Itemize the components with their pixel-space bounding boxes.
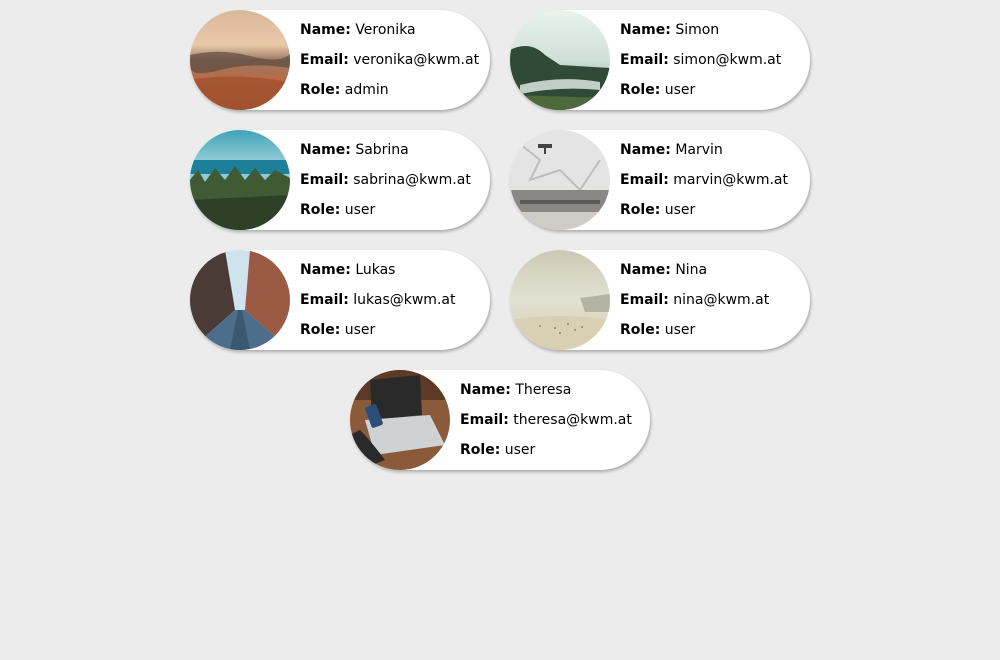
name-label: Name: xyxy=(620,22,671,38)
name-label: Name: xyxy=(300,22,351,38)
user-role-row: Role: user xyxy=(300,315,455,345)
user-role-row: Role: admin xyxy=(300,75,479,105)
user-email: nina@kwm.at xyxy=(673,292,770,308)
user-name: Marvin xyxy=(675,142,723,158)
user-email: marvin@kwm.at xyxy=(673,172,788,188)
user-role-row: Role: user xyxy=(620,315,769,345)
name-label: Name: xyxy=(620,142,671,158)
user-role: user xyxy=(664,202,696,218)
user-email: sabrina@kwm.at xyxy=(353,172,471,188)
user-avatar xyxy=(190,250,290,350)
user-name-row: Name: Nina xyxy=(620,255,769,285)
name-label: Name: xyxy=(300,262,351,278)
user-email: simon@kwm.at xyxy=(673,52,782,68)
user-name: Sabrina xyxy=(355,142,409,158)
user-email-row: Email: simon@kwm.at xyxy=(620,45,781,75)
email-label: Email: xyxy=(620,52,669,68)
user-email-row: Email: lukas@kwm.at xyxy=(300,285,455,315)
city-street-image xyxy=(190,250,290,350)
user-name-row: Name: Marvin xyxy=(620,135,788,165)
role-label: Role: xyxy=(460,442,501,458)
laptop-and-phone-image xyxy=(350,370,450,470)
user-email: lukas@kwm.at xyxy=(353,292,456,308)
user-email: veronika@kwm.at xyxy=(353,52,480,68)
user-role-row: Role: user xyxy=(620,195,788,225)
user-name: Nina xyxy=(675,262,708,278)
user-name: Lukas xyxy=(355,262,396,278)
user-name-row: Name: Sabrina xyxy=(300,135,471,165)
role-label: Role: xyxy=(300,82,341,98)
user-avatar xyxy=(510,250,610,350)
user-avatar xyxy=(190,130,290,230)
email-label: Email: xyxy=(300,172,349,188)
email-label: Email: xyxy=(300,292,349,308)
user-role: user xyxy=(664,322,696,338)
user-role: admin xyxy=(344,82,389,98)
user-name-row: Name: Theresa xyxy=(460,375,632,405)
role-label: Role: xyxy=(620,202,661,218)
user-name: Veronika xyxy=(355,22,416,38)
user-role: user xyxy=(664,82,696,98)
user-card-grid: Name: Veronika Email: veronika@kwm.at Ro… xyxy=(0,0,1000,660)
user-role: user xyxy=(504,442,536,458)
name-label: Name: xyxy=(300,142,351,158)
sea-and-forest-image xyxy=(190,130,290,230)
user-avatar xyxy=(190,10,290,110)
user-role: user xyxy=(344,322,376,338)
user-name-row: Name: Lukas xyxy=(300,255,455,285)
user-role-row: Role: user xyxy=(300,195,471,225)
user-card[interactable]: Name: Sabrina Email: sabrina@kwm.at Role… xyxy=(190,130,490,230)
role-label: Role: xyxy=(300,202,341,218)
role-label: Role: xyxy=(300,322,341,338)
email-label: Email: xyxy=(620,172,669,188)
email-label: Email: xyxy=(460,412,509,428)
user-card[interactable]: Name: Lukas Email: lukas@kwm.at Role: us… xyxy=(190,250,490,350)
user-name: Theresa xyxy=(515,382,572,398)
role-label: Role: xyxy=(620,322,661,338)
user-name: Simon xyxy=(675,22,720,38)
user-role: user xyxy=(344,202,376,218)
user-card[interactable]: Name: Theresa Email: theresa@kwm.at Role… xyxy=(350,370,650,470)
user-email-row: Email: sabrina@kwm.at xyxy=(300,165,471,195)
user-email-row: Email: theresa@kwm.at xyxy=(460,405,632,435)
user-avatar xyxy=(510,130,610,230)
user-card[interactable]: Name: Veronika Email: veronika@kwm.at Ro… xyxy=(190,10,490,110)
hazy-beach-image xyxy=(510,250,610,350)
name-label: Name: xyxy=(620,262,671,278)
bench-and-white-wall-image xyxy=(510,130,610,230)
foggy-river-valley-image xyxy=(510,10,610,110)
desert-landscape-image xyxy=(190,10,290,110)
role-label: Role: xyxy=(620,82,661,98)
user-role-row: Role: user xyxy=(460,435,632,465)
user-name-row: Name: Veronika xyxy=(300,15,479,45)
user-role-row: Role: user xyxy=(620,75,781,105)
user-email: theresa@kwm.at xyxy=(513,412,632,428)
user-name-row: Name: Simon xyxy=(620,15,781,45)
email-label: Email: xyxy=(300,52,349,68)
user-email-row: Email: marvin@kwm.at xyxy=(620,165,788,195)
user-card[interactable]: Name: Nina Email: nina@kwm.at Role: user xyxy=(510,250,810,350)
user-email-row: Email: nina@kwm.at xyxy=(620,285,769,315)
user-avatar xyxy=(510,10,610,110)
name-label: Name: xyxy=(460,382,511,398)
user-card[interactable]: Name: Marvin Email: marvin@kwm.at Role: … xyxy=(510,130,810,230)
email-label: Email: xyxy=(620,292,669,308)
user-avatar xyxy=(350,370,450,470)
user-email-row: Email: veronika@kwm.at xyxy=(300,45,479,75)
user-card[interactable]: Name: Simon Email: simon@kwm.at Role: us… xyxy=(510,10,810,110)
